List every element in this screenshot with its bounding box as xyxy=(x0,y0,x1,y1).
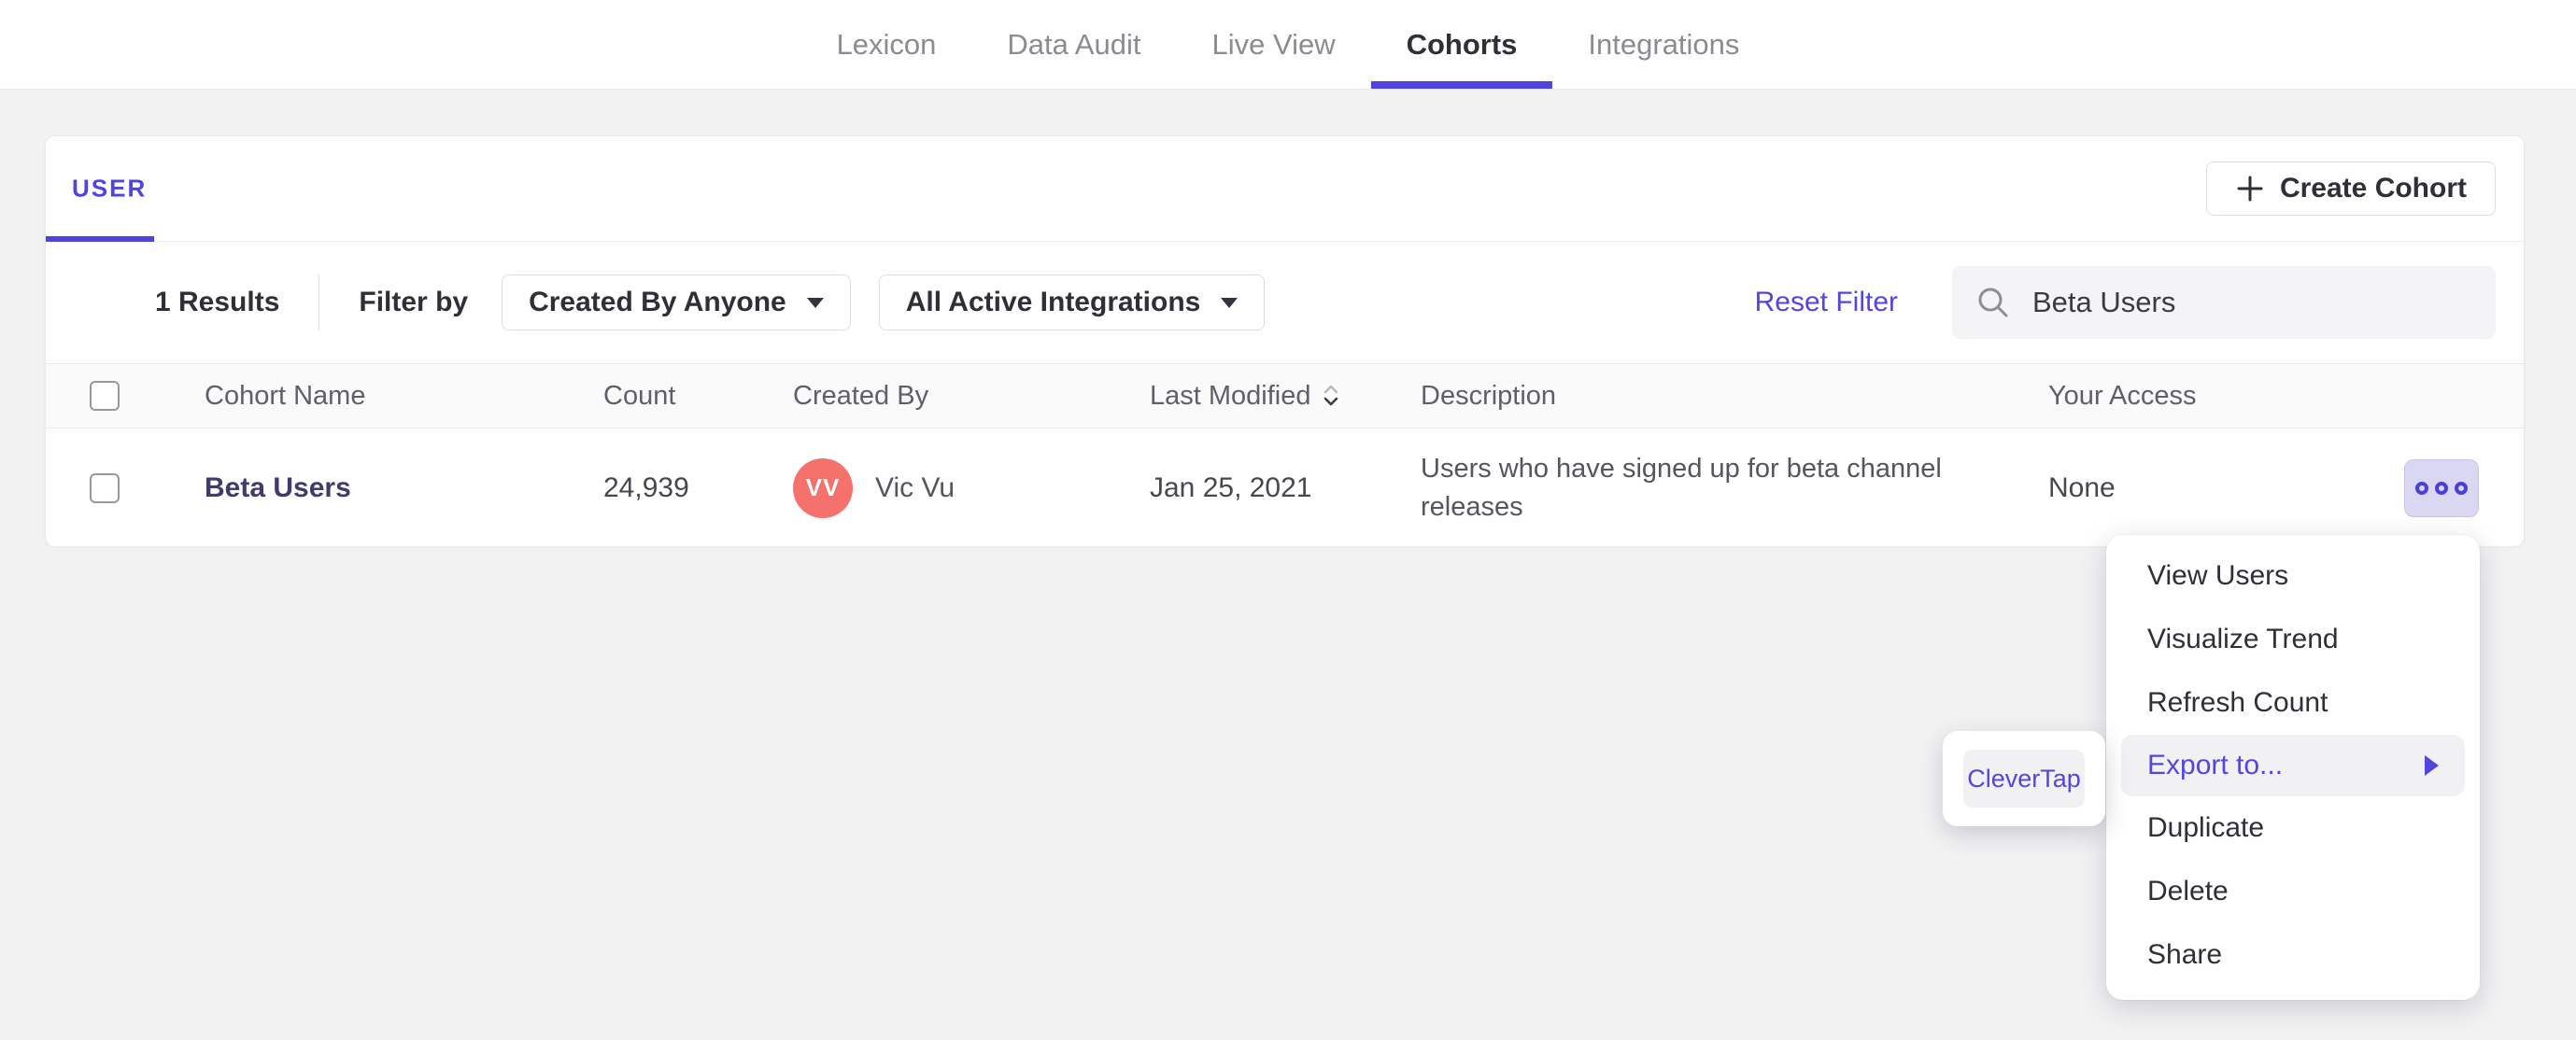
header-description[interactable]: Description xyxy=(1421,381,2048,412)
menu-item-refresh-count[interactable]: Refresh Count xyxy=(2106,671,2480,735)
menu-item-duplicate[interactable]: Duplicate xyxy=(2106,796,2480,860)
header-count[interactable]: Count xyxy=(603,381,793,412)
ellipsis-icon xyxy=(2435,481,2448,495)
results-count: 1 Results xyxy=(155,287,280,317)
table-row: Beta Users 24,939 VV Vic Vu Jan 25, 2021… xyxy=(46,429,2524,546)
avatar: VV xyxy=(793,457,853,518)
filter-bar: 1 Results Filter by Created By Anyone Al… xyxy=(46,242,2524,363)
card-header: USER Create Cohort xyxy=(46,136,2524,242)
tab-integrations[interactable]: Integrations xyxy=(1552,0,1775,89)
row-options-button[interactable] xyxy=(2404,458,2479,517)
cohort-name-link[interactable]: Beta Users xyxy=(205,472,351,503)
table-header-row: Cohort Name Count Created By Last Modifi… xyxy=(46,363,2524,429)
tab-cohorts[interactable]: Cohorts xyxy=(1370,0,1553,89)
tab-user[interactable]: USER xyxy=(72,175,147,204)
plus-icon xyxy=(2237,176,2263,202)
chevron-down-icon xyxy=(806,297,824,308)
filter-divider xyxy=(318,274,320,330)
export-submenu: CleverTap xyxy=(1943,731,2105,826)
integrations-dropdown-label: All Active Integrations xyxy=(905,287,1201,317)
chevron-down-icon xyxy=(1221,297,1238,308)
menu-item-view-users[interactable]: View Users xyxy=(2106,544,2480,608)
tab-data-audit-label: Data Audit xyxy=(1007,27,1141,61)
last-modified-date: Jan 25, 2021 xyxy=(1150,471,1312,503)
creator-name: Vic Vu xyxy=(875,471,955,503)
create-cohort-label: Create Cohort xyxy=(2279,173,2467,204)
submenu-item-clevertap[interactable]: CleverTap xyxy=(1963,750,2085,808)
submenu-arrow-icon xyxy=(2425,755,2439,776)
row-checkbox[interactable] xyxy=(90,472,120,503)
header-cohort-name[interactable]: Cohort Name xyxy=(205,381,603,412)
row-checkbox-cell xyxy=(46,472,205,503)
header-last-modified[interactable]: Last Modified xyxy=(1150,381,1421,412)
search-icon xyxy=(1978,288,2008,317)
tab-data-audit[interactable]: Data Audit xyxy=(971,0,1176,89)
tab-live-view-label: Live View xyxy=(1211,27,1336,61)
top-nav: Lexicon Data Audit Live View Cohorts Int… xyxy=(0,0,2576,90)
menu-item-share[interactable]: Share xyxy=(2106,923,2480,987)
menu-item-export-to[interactable]: Export to... xyxy=(2121,735,2465,796)
tab-live-view[interactable]: Live View xyxy=(1176,0,1370,89)
search-input[interactable] xyxy=(2032,286,2473,319)
header-last-modified-label: Last Modified xyxy=(1150,380,1311,411)
row-context-menu: View Users Visualize Trend Refresh Count… xyxy=(2106,535,2480,1000)
create-cohort-button[interactable]: Create Cohort xyxy=(2205,162,2496,216)
select-all-checkbox[interactable] xyxy=(90,381,120,411)
ellipsis-icon xyxy=(2455,481,2468,495)
cohort-count: 24,939 xyxy=(603,471,689,503)
header-created-by[interactable]: Created By xyxy=(793,381,1150,412)
tab-lexicon-label: Lexicon xyxy=(836,27,937,61)
tab-lexicon[interactable]: Lexicon xyxy=(801,0,972,89)
menu-item-delete[interactable]: Delete xyxy=(2106,860,2480,923)
integrations-dropdown[interactable]: All Active Integrations xyxy=(878,274,1266,330)
cohorts-card: USER Create Cohort 1 Results Filter by C… xyxy=(45,135,2525,546)
cohort-description: Users who have signed up for beta channe… xyxy=(1421,453,1942,522)
reset-filter-link[interactable]: Reset Filter xyxy=(1755,287,1898,318)
cohorts-page: Lexicon Data Audit Live View Cohorts Int… xyxy=(0,0,2576,1040)
header-your-access[interactable]: Your Access xyxy=(2048,381,2343,412)
filter-right-group: Reset Filter xyxy=(1755,266,2496,339)
your-access-value: None xyxy=(2048,471,2116,503)
sort-icon xyxy=(1323,385,1338,406)
filter-by-label: Filter by xyxy=(359,287,469,317)
active-tab-underline xyxy=(1370,81,1553,89)
tab-cohorts-label: Cohorts xyxy=(1406,27,1518,61)
tab-integrations-label: Integrations xyxy=(1588,27,1740,61)
header-checkbox-cell xyxy=(46,381,205,411)
created-by-dropdown[interactable]: Created By Anyone xyxy=(502,274,851,330)
created-by-cell: VV Vic Vu xyxy=(793,457,1150,518)
created-by-dropdown-label: Created By Anyone xyxy=(529,287,786,317)
menu-item-export-to-label: Export to... xyxy=(2147,750,2284,780)
menu-item-visualize-trend[interactable]: Visualize Trend xyxy=(2106,608,2480,671)
search-box[interactable] xyxy=(1952,266,2496,339)
top-nav-tabs: Lexicon Data Audit Live View Cohorts Int… xyxy=(0,0,2576,89)
ellipsis-icon xyxy=(2415,481,2428,495)
